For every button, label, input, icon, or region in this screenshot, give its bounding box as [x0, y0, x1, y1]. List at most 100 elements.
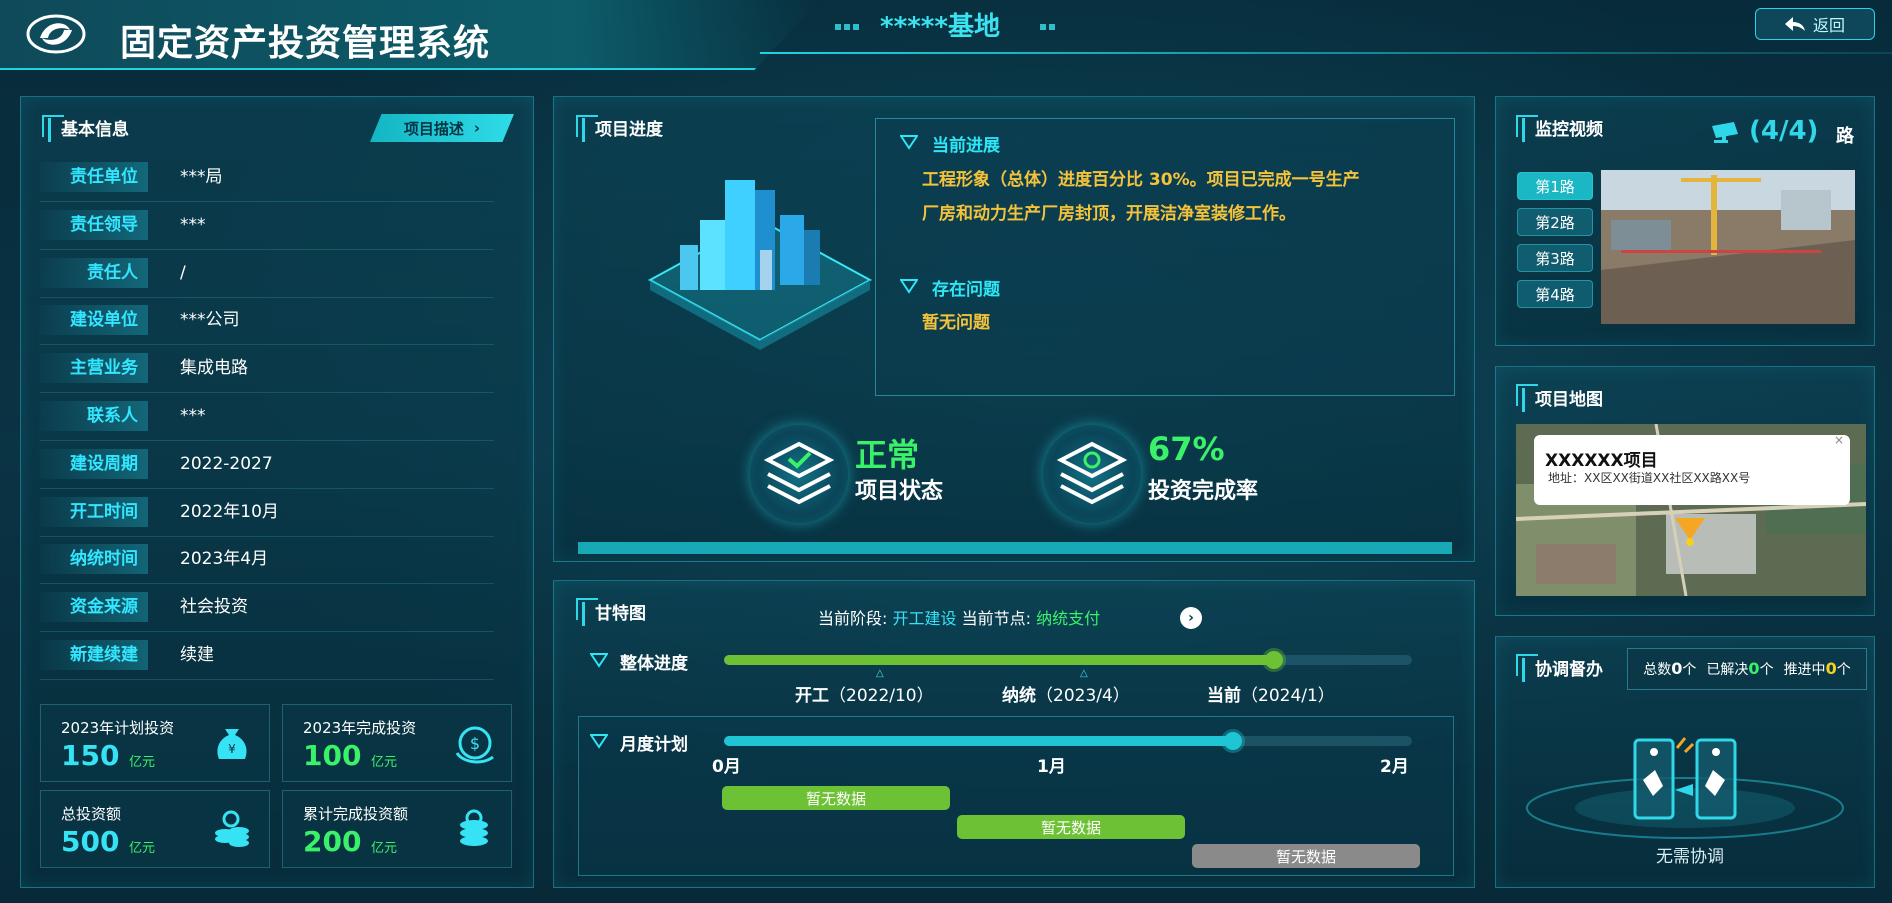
info-value: 2022-2027	[180, 453, 273, 474]
investment-card: 总投资额 500 亿元	[40, 790, 270, 868]
status-label: 项目状态	[855, 479, 944, 504]
investment-unit: 亿元	[129, 755, 156, 770]
month-label: 1月	[1037, 757, 1066, 777]
svg-text:¥: ¥	[228, 742, 236, 756]
back-arrow-icon	[1784, 17, 1805, 31]
channel-1-button[interactable]: 第1路	[1517, 172, 1593, 200]
triangle-marker-icon	[900, 279, 918, 294]
camera-count: (4/4)	[1749, 116, 1819, 146]
month-label: 0月	[712, 757, 741, 777]
layers-chart-icon	[1057, 441, 1127, 505]
overall-progress-track	[724, 651, 1412, 669]
info-row: 责任领导 ***	[40, 204, 494, 250]
header: 固定资产投资管理系统 *****基地 返回	[0, 0, 1892, 72]
coordination-counts: 总数0个 已解决0个 推进中0个	[1627, 648, 1867, 690]
logo-icon	[26, 14, 86, 54]
current-stage-label: 当前阶段:	[818, 609, 888, 628]
gantt-task-bar[interactable]: 暂无数据	[1192, 844, 1420, 868]
info-value: 2023年4月	[180, 549, 269, 570]
investment-value: 100	[303, 739, 362, 772]
system-title: 固定资产投资管理系统	[120, 23, 491, 64]
info-value: 2022年10月	[180, 501, 279, 522]
gantt-task-bar[interactable]: 暂无数据	[957, 815, 1185, 839]
info-row: 主营业务 集成电路	[40, 347, 494, 394]
base-title: *****基地	[880, 12, 1000, 42]
chevron-right-icon: ›	[473, 119, 481, 137]
info-row: 建设周期 2022-2027	[40, 443, 494, 489]
current-progress-text-2: 厂房和动力生产厂房封顶，开展洁净室装修工作。	[922, 204, 1296, 224]
solved-value: 0	[1748, 659, 1760, 678]
info-label: 责任领导	[40, 209, 148, 240]
pending-value: 0	[1825, 659, 1837, 678]
milestone-marker: △	[876, 668, 884, 679]
info-label: 建设周期	[40, 448, 148, 479]
current-progress-text-1: 工程形象（总体）进度百分比 30%。项目已完成一号生产	[922, 170, 1360, 190]
milestone-current: 当前（2024/1）	[1207, 681, 1335, 706]
info-label: 资金来源	[40, 592, 148, 623]
header-divider	[760, 52, 1892, 54]
gantt-title: 甘特图	[582, 602, 646, 626]
solved-label: 已解决	[1706, 662, 1749, 678]
milestone-name: 开工	[795, 686, 829, 706]
monitor-title: 监控视频	[1522, 118, 1603, 142]
close-icon[interactable]: ×	[1834, 433, 1844, 447]
total-value: 0	[1671, 659, 1683, 678]
info-label: 纳统时间	[40, 544, 148, 575]
monthly-progress-handle[interactable]	[1224, 732, 1243, 750]
project-description-label: 项目描述	[403, 119, 464, 138]
channel-2-button[interactable]: 第2路	[1517, 208, 1593, 236]
back-button[interactable]: 返回	[1755, 8, 1875, 40]
gantt-task-bar[interactable]: 暂无数据	[722, 786, 950, 810]
dollar-coin-icon: $	[455, 726, 494, 764]
triangle-marker-icon	[590, 734, 608, 749]
investment-unit: 亿元	[371, 755, 398, 770]
info-label: 责任人	[40, 257, 148, 288]
next-node-button[interactable]: ›	[1180, 607, 1202, 629]
current-stage: 当前阶段: 开工建设 当前节点: 纳统支付	[818, 605, 1100, 629]
triangle-marker-icon	[900, 135, 918, 150]
info-value: ***局	[180, 167, 223, 187]
info-label: 联系人	[40, 401, 148, 431]
info-value: ***公司	[180, 310, 240, 331]
investment-label: 2023年计划投资	[61, 719, 175, 737]
info-label: 开工时间	[40, 496, 148, 527]
overall-progress-label: 整体进度	[620, 654, 688, 674]
map-popup-title: XXXXXX项目	[1545, 451, 1658, 471]
investment-rate-label: 投资完成率	[1148, 479, 1259, 504]
camera-icon	[1712, 122, 1738, 143]
milestone-start: 开工（2022/10）	[795, 681, 934, 706]
channel-4-button[interactable]: 第4路	[1517, 280, 1593, 308]
milestone-marker: △	[1080, 668, 1088, 679]
triangle-marker-icon	[590, 653, 608, 668]
current-node-label: 当前节点:	[961, 609, 1032, 628]
monthly-plan-label: 月度计划	[620, 735, 688, 755]
investment-card: 2023年计划投资 150 亿元 ¥	[40, 704, 270, 782]
investment-rate-value: 67%	[1148, 430, 1225, 468]
info-label: 建设单位	[40, 305, 148, 336]
info-row: 责任单位 ***局	[40, 156, 494, 202]
coordination-title: 协调督办	[1522, 658, 1603, 682]
investment-card: 累计完成投资额 200 亿元	[282, 790, 512, 868]
map-title: 项目地图	[1522, 388, 1603, 412]
info-row: 新建续建 续建	[40, 634, 494, 680]
info-value: ***	[180, 406, 206, 426]
info-label: 责任单位	[40, 162, 148, 192]
milestone-date: （2023/4）	[1036, 686, 1130, 706]
channel-3-button[interactable]: 第3路	[1517, 244, 1593, 272]
project-description-button[interactable]: 项目描述 ›	[370, 114, 514, 142]
video-feed[interactable]	[1601, 170, 1855, 324]
monthly-progress-track	[724, 732, 1412, 750]
pending-label: 推进中	[1783, 662, 1826, 678]
building-illustration-icon	[647, 180, 873, 350]
current-stage-value: 开工建设	[892, 609, 957, 628]
solved-count: 已解决0个	[1706, 659, 1773, 679]
camera-unit: 路	[1836, 126, 1854, 147]
info-row: 联系人 ***	[40, 395, 494, 441]
investment-label: 总投资额	[61, 805, 122, 823]
issues-text: 暂无问题	[922, 313, 990, 333]
milestone-name: 纳统	[1002, 686, 1036, 706]
pending-unit: 个	[1836, 662, 1851, 678]
info-value: ***	[180, 214, 206, 235]
map-pin-icon[interactable]	[1675, 518, 1705, 546]
milestone-stat: 纳统（2023/4）	[1002, 681, 1130, 706]
